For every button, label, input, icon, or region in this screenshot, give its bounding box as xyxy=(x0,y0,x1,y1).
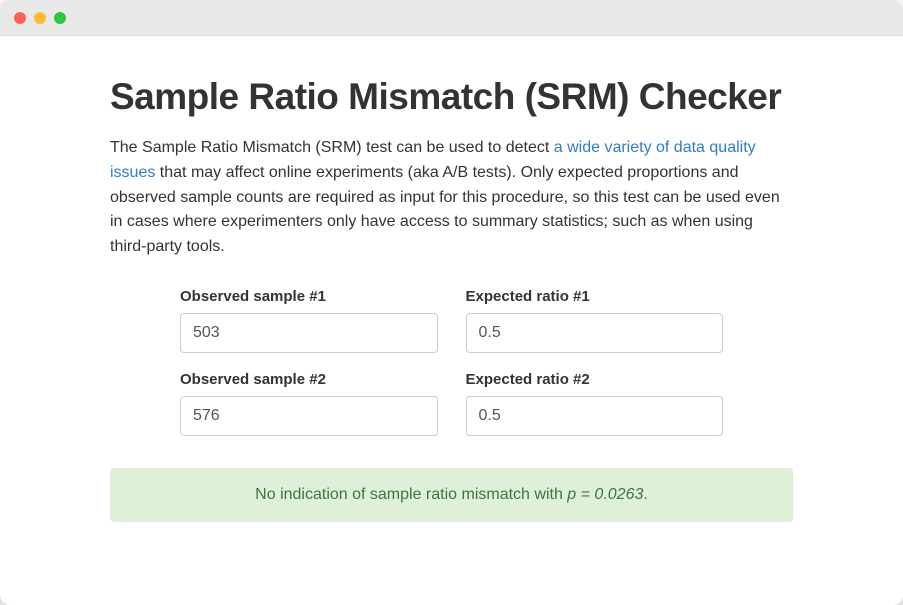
field-expected-1: Expected ratio #1 xyxy=(466,288,724,353)
observed-2-input[interactable] xyxy=(180,396,438,436)
main-content: Sample Ratio Mismatch (SRM) Checker The … xyxy=(0,36,903,552)
result-text-before: No indication of sample ratio mismatch w… xyxy=(255,486,567,503)
expected-2-label: Expected ratio #2 xyxy=(466,371,724,388)
minimize-icon[interactable] xyxy=(34,12,46,24)
intro-text-before: The Sample Ratio Mismatch (SRM) test can… xyxy=(110,139,554,156)
page-title: Sample Ratio Mismatch (SRM) Checker xyxy=(110,76,793,118)
observed-1-label: Observed sample #1 xyxy=(180,288,438,305)
window-titlebar xyxy=(0,0,903,36)
app-window: Sample Ratio Mismatch (SRM) Checker The … xyxy=(0,0,903,605)
result-text-after: . xyxy=(643,486,647,503)
field-expected-2: Expected ratio #2 xyxy=(466,371,724,436)
result-p-value: p = 0.0263 xyxy=(567,486,643,503)
expected-2-input[interactable] xyxy=(466,396,724,436)
expected-1-label: Expected ratio #1 xyxy=(466,288,724,305)
field-observed-1: Observed sample #1 xyxy=(180,288,438,353)
field-observed-2: Observed sample #2 xyxy=(180,371,438,436)
form-grid: Observed sample #1 Expected ratio #1 Obs… xyxy=(110,288,793,436)
intro-text-after: that may affect online experiments (aka … xyxy=(110,164,780,255)
expected-1-input[interactable] xyxy=(466,313,724,353)
observed-1-input[interactable] xyxy=(180,313,438,353)
result-banner: No indication of sample ratio mismatch w… xyxy=(110,468,793,522)
close-icon[interactable] xyxy=(14,12,26,24)
maximize-icon[interactable] xyxy=(54,12,66,24)
observed-2-label: Observed sample #2 xyxy=(180,371,438,388)
intro-paragraph: The Sample Ratio Mismatch (SRM) test can… xyxy=(110,136,793,260)
